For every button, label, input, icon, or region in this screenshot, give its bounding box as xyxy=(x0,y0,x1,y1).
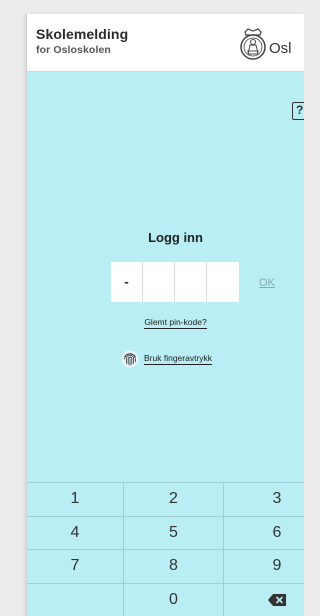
help-button[interactable]: ? xyxy=(292,102,304,120)
pin-digit-3[interactable] xyxy=(175,262,207,302)
ok-button[interactable]: OK xyxy=(259,277,275,289)
key-8[interactable]: 8 xyxy=(124,550,224,584)
app-subtitle: for Osloskolen xyxy=(36,44,111,56)
pin-input[interactable]: - xyxy=(111,262,239,302)
delete-key[interactable] xyxy=(224,584,304,616)
key-3[interactable]: 3 xyxy=(224,483,304,517)
key-empty xyxy=(27,583,124,616)
forgot-pin-link[interactable]: Glemt pin-kode? xyxy=(144,317,207,329)
oslo-crest-icon xyxy=(240,28,266,60)
key-1[interactable]: 1 xyxy=(27,483,124,517)
login-title: Logg inn xyxy=(148,230,203,245)
pin-digit-2[interactable] xyxy=(143,262,175,302)
key-0[interactable]: 0 xyxy=(124,583,224,616)
key-6[interactable]: 6 xyxy=(224,517,304,550)
fingerprint-icon xyxy=(121,350,139,368)
key-2[interactable]: 2 xyxy=(124,483,224,517)
oslo-brand-text: Osl xyxy=(269,40,292,57)
fingerprint-login[interactable]: Bruk fingeravtrykk xyxy=(121,350,213,368)
backspace-icon xyxy=(268,593,286,606)
pin-digit-1[interactable]: - xyxy=(111,262,143,302)
app-header: Skolemelding for Osloskolen Osl xyxy=(27,14,304,72)
key-7[interactable]: 7 xyxy=(27,550,124,584)
app-window: Skolemelding for Osloskolen Osl ? Logg i… xyxy=(26,14,304,616)
pin-digit-4[interactable] xyxy=(207,262,239,302)
key-4[interactable]: 4 xyxy=(27,516,124,550)
fingerprint-label: Bruk fingeravtrykk xyxy=(144,353,213,365)
app-title: Skolemelding xyxy=(36,26,129,42)
login-panel: ? Logg inn - OK Glemt pin-kode? Bruk fin… xyxy=(27,72,304,616)
key-5[interactable]: 5 xyxy=(124,516,224,550)
numeric-keypad: 1 2 3 4 5 6 7 8 9 0 xyxy=(27,482,304,616)
key-9[interactable]: 9 xyxy=(224,550,304,584)
